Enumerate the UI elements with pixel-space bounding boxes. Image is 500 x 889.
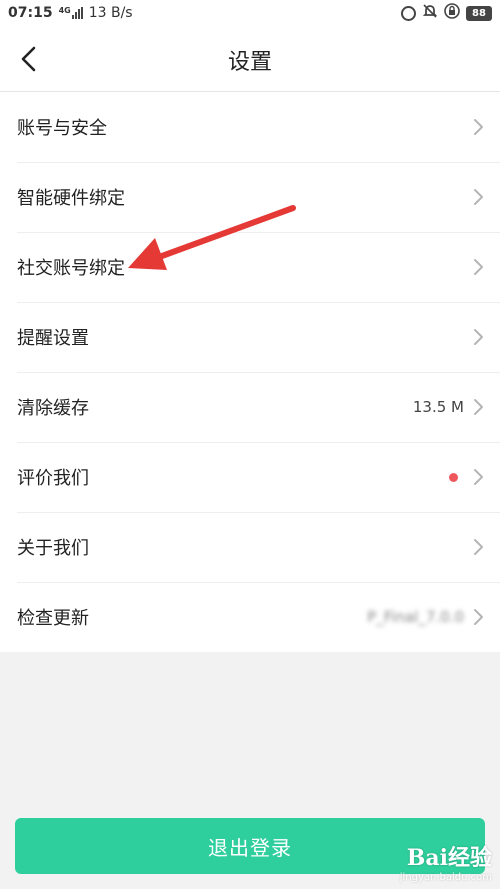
chevron-right-icon — [474, 119, 483, 135]
app-header: 设置 — [0, 26, 500, 92]
chevron-right-icon — [474, 259, 483, 275]
eye-comfort-icon — [401, 5, 416, 21]
status-time: 07:15 — [8, 5, 53, 21]
cache-size: 13.5 M — [412, 398, 464, 416]
settings-item-reminders[interactable]: 提醒设置 — [0, 302, 500, 372]
network-type: 4G — [58, 6, 71, 15]
watermark-url: jingyan.baidu.com — [399, 872, 492, 883]
settings-item-label: 关于我们 — [17, 538, 89, 559]
settings-list: 账号与安全 智能硬件绑定 社交账号绑定 提醒设置 清除缓存 13.5 M 评价我… — [0, 92, 500, 652]
app-version: P_Final_7.0.0 — [367, 608, 464, 626]
network-speed: 13 B/s — [88, 5, 133, 21]
settings-item-account-security[interactable]: 账号与安全 — [0, 92, 500, 162]
status-left: 07:15 4G 13 B/s — [8, 5, 133, 21]
chevron-right-icon — [474, 329, 483, 345]
status-bar: 07:15 4G 13 B/s 88 — [0, 0, 500, 26]
mute-bell-icon — [422, 3, 438, 23]
settings-item-rate-us[interactable]: 评价我们 — [0, 442, 500, 512]
chevron-right-icon — [474, 469, 483, 485]
screen-lock-icon — [444, 3, 460, 23]
chevron-right-icon — [474, 539, 483, 555]
watermark-brand: Bai经验 — [406, 845, 492, 871]
settings-item-social-accounts[interactable]: 社交账号绑定 — [0, 232, 500, 302]
status-right: 88 — [401, 3, 492, 23]
settings-item-smart-hardware[interactable]: 智能硬件绑定 — [0, 162, 500, 232]
page-title: 设置 — [227, 50, 272, 75]
notification-dot — [449, 472, 458, 482]
chevron-right-icon — [474, 609, 483, 625]
settings-item-clear-cache[interactable]: 清除缓存 13.5 M — [0, 372, 500, 442]
settings-item-label: 智能硬件绑定 — [17, 188, 125, 209]
battery-indicator: 88 — [466, 5, 492, 21]
settings-item-label: 提醒设置 — [17, 328, 89, 349]
settings-item-label: 检查更新 — [17, 608, 89, 629]
baidu-jingyan-watermark: Bai经验 jingyan.baidu.com — [400, 840, 492, 883]
settings-item-label: 社交账号绑定 — [17, 258, 125, 279]
chevron-right-icon — [474, 399, 483, 415]
settings-item-label: 账号与安全 — [17, 118, 107, 139]
chevron-right-icon — [474, 189, 483, 205]
settings-item-label: 评价我们 — [17, 468, 89, 489]
settings-item-check-update[interactable]: 检查更新 P_Final_7.0.0 — [0, 582, 500, 652]
settings-item-about-us[interactable]: 关于我们 — [0, 512, 500, 582]
signal-icon: 4G — [58, 6, 83, 19]
settings-item-label: 清除缓存 — [17, 398, 89, 419]
